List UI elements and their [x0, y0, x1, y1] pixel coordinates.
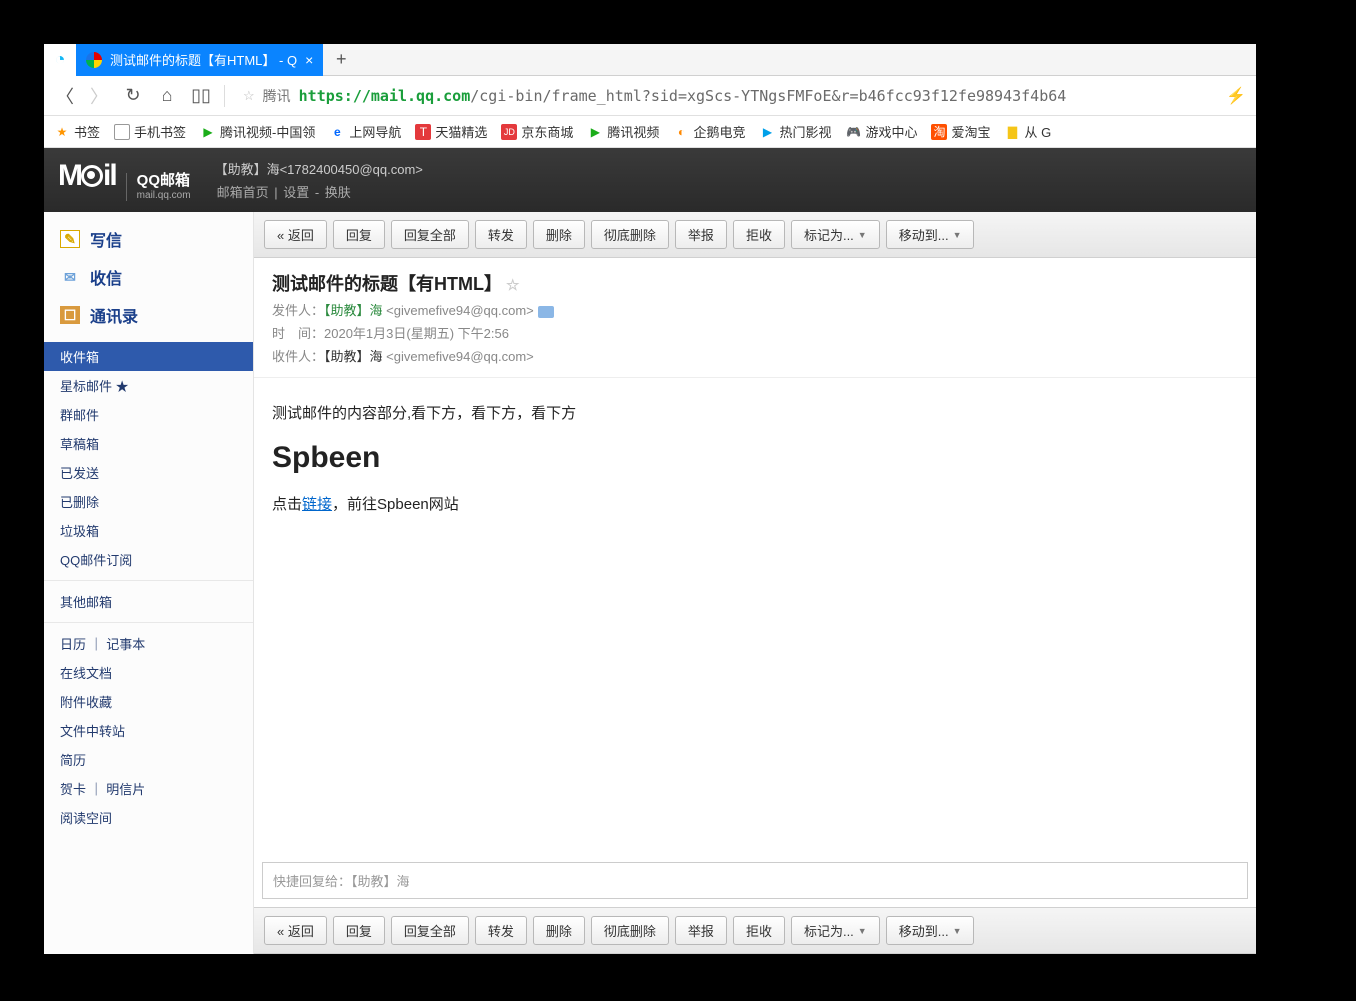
bookmarks-bar: ★书签 手机书签 ▶腾讯视频-中国领 e上网导航 T天猫精选 JD京东商城 ▶腾…	[44, 116, 1256, 148]
delete-button[interactable]: 删除	[533, 916, 585, 945]
bookmark-folder[interactable]: ▇从 G	[1005, 122, 1052, 141]
bookmark-item[interactable]: ◐企鹅电竞	[673, 122, 745, 141]
tool-calendar[interactable]: 日历 ｜ 记事本	[44, 629, 253, 658]
body-heading: Spbeen	[272, 441, 1238, 475]
receive-button[interactable]: ✉收信	[44, 258, 253, 296]
bookmark-root[interactable]: ★书签	[54, 122, 100, 141]
reply-all-button[interactable]: 回复全部	[391, 916, 469, 945]
browser-nav-bar: 〈 〉 ↻ ⌂ ▯▯ ☆ 腾讯 https://mail.qq.com/cgi-…	[44, 76, 1256, 116]
back-icon[interactable]: 〈	[54, 85, 76, 107]
browser-tab-bar: ◔ 测试邮件的标题【有HTML】 - Q × +	[44, 44, 1256, 76]
bookmark-item[interactable]: 🎮游戏中心	[845, 122, 917, 141]
bookmark-star-icon[interactable]: ☆	[243, 88, 255, 104]
forward-button[interactable]: 转发	[475, 916, 527, 945]
forward-icon: 〉	[88, 85, 110, 107]
bookmark-item[interactable]: 手机书签	[114, 122, 186, 141]
mail-time: 2020年1月3日(星期五) 下午2:56	[324, 326, 509, 341]
reject-button[interactable]: 拒收	[733, 916, 785, 945]
bolt-icon[interactable]: ⚡	[1226, 86, 1246, 106]
bookmark-item[interactable]: T天猫精选	[415, 122, 487, 141]
folder-drafts[interactable]: 草稿箱	[44, 429, 253, 458]
move-to-button[interactable]: 移动到...▼	[886, 220, 975, 249]
tab-close-icon[interactable]: ×	[305, 52, 313, 68]
mail-body: 测试邮件的内容部分,看下方，看下方，看下方 Spbeen 点击链接，前往Spbe…	[254, 378, 1256, 854]
reader-icon[interactable]: ▯▯	[190, 85, 212, 107]
folder-inbox[interactable]: 收件箱	[44, 342, 253, 371]
address-bar[interactable]: ☆ 腾讯 https://mail.qq.com/cgi-bin/frame_h…	[237, 86, 1214, 106]
reply-button[interactable]: 回复	[333, 916, 385, 945]
chevron-down-icon: ▼	[953, 230, 962, 240]
contacts-button[interactable]: ☐通讯录	[44, 296, 253, 334]
mail-meta: 测试邮件的标题【有HTML】☆ 发件人：【助教】海 <givemefive94@…	[254, 258, 1256, 378]
compose-button[interactable]: ✎写信	[44, 220, 253, 258]
bookmark-item[interactable]: ▶腾讯视频-中国领	[200, 122, 315, 141]
purge-button[interactable]: 彻底删除	[591, 916, 669, 945]
folder-group[interactable]: 群邮件	[44, 400, 253, 429]
nav-settings[interactable]: 设置	[281, 185, 311, 200]
star-icon[interactable]: ☆	[506, 277, 519, 294]
tool-reading[interactable]: 阅读空间	[44, 803, 253, 832]
mail-subject: 测试邮件的标题【有HTML】☆	[272, 270, 1238, 296]
body-paragraph: 测试邮件的内容部分,看下方，看下方，看下方	[272, 402, 1238, 423]
delete-button[interactable]: 删除	[533, 220, 585, 249]
mark-as-button[interactable]: 标记为...▼	[791, 916, 880, 945]
account-info: 【助教】海<1782400450@qq.com> 邮箱首页 | 设置 - 换肤	[215, 159, 423, 201]
bookmark-item[interactable]: e上网导航	[329, 122, 401, 141]
sender-name[interactable]: 【助教】海	[324, 303, 383, 318]
recipient-name[interactable]: 【助教】海	[324, 349, 383, 364]
forward-button[interactable]: 转发	[475, 220, 527, 249]
tool-docs[interactable]: 在线文档	[44, 658, 253, 687]
tool-resume[interactable]: 简历	[44, 745, 253, 774]
move-to-button[interactable]: 移动到...▼	[886, 916, 975, 945]
url-text: https://mail.qq.com/cgi-bin/frame_html?s…	[299, 87, 1067, 105]
purge-button[interactable]: 彻底删除	[591, 220, 669, 249]
quick-reply-input[interactable]: 快捷回复给：【助教】海	[262, 862, 1248, 899]
folder-sent[interactable]: 已发送	[44, 458, 253, 487]
sidebar: ✎写信 ✉收信 ☐通讯录 收件箱 星标邮件 ★ 群邮件 草稿箱 已发送 已删除 …	[44, 212, 254, 954]
folder-deleted[interactable]: 已删除	[44, 487, 253, 516]
reject-button[interactable]: 拒收	[733, 220, 785, 249]
tool-attachments[interactable]: 附件收藏	[44, 687, 253, 716]
site-brand: 腾讯	[263, 86, 291, 106]
bookmark-item[interactable]: 淘爱淘宝	[931, 122, 990, 141]
chevron-down-icon: ▼	[858, 926, 867, 936]
home-icon[interactable]: ⌂	[156, 85, 178, 107]
tool-cards[interactable]: 贺卡 ｜ 明信片	[44, 774, 253, 803]
content-pane: « 返回 回复 回复全部 转发 删除 彻底删除 举报 拒收 标记为...▼ 移动…	[254, 212, 1256, 954]
account-name: 【助教】海<1782400450@qq.com>	[215, 159, 423, 178]
bookmark-item[interactable]: JD京东商城	[501, 122, 573, 141]
qq-browser-icon: ◔	[44, 44, 76, 76]
vcard-icon[interactable]	[538, 306, 554, 318]
new-tab-button[interactable]: +	[323, 49, 359, 70]
report-button[interactable]: 举报	[675, 916, 727, 945]
logo-text: Mil	[58, 159, 116, 193]
folder-spam[interactable]: 垃圾箱	[44, 516, 253, 545]
folder-starred[interactable]: 星标邮件 ★	[44, 371, 253, 400]
mail-toolbar-top: « 返回 回复 回复全部 转发 删除 彻底删除 举报 拒收 标记为...▼ 移动…	[254, 212, 1256, 258]
bookmark-item[interactable]: ▶腾讯视频	[587, 122, 659, 141]
chevron-down-icon: ▼	[858, 230, 867, 240]
qqmail-logo[interactable]: Mil QQ邮箱mail.qq.com	[58, 159, 191, 201]
reply-button[interactable]: 回复	[333, 220, 385, 249]
tool-file-transfer[interactable]: 文件中转站	[44, 716, 253, 745]
tab-favicon-icon	[86, 52, 102, 68]
nav-skin[interactable]: 换肤	[323, 185, 353, 200]
mark-as-button[interactable]: 标记为...▼	[791, 220, 880, 249]
bookmark-item[interactable]: ▶热门影视	[759, 122, 831, 141]
tab-title: 测试邮件的标题【有HTML】 - Q	[110, 50, 297, 69]
reply-all-button[interactable]: 回复全部	[391, 220, 469, 249]
chevron-down-icon: ▼	[953, 926, 962, 936]
report-button[interactable]: 举报	[675, 220, 727, 249]
back-button[interactable]: « 返回	[264, 220, 327, 249]
other-mailboxes[interactable]: 其他邮箱	[44, 587, 253, 616]
body-link[interactable]: 链接	[302, 496, 332, 513]
body-paragraph: 点击链接，前往Spbeen网站	[272, 493, 1238, 514]
mail-header: Mil QQ邮箱mail.qq.com 【助教】海<1782400450@qq.…	[44, 148, 1256, 212]
back-button[interactable]: « 返回	[264, 916, 327, 945]
mail-toolbar-bottom: « 返回 回复 回复全部 转发 删除 彻底删除 举报 拒收 标记为...▼ 移动…	[254, 907, 1256, 954]
nav-home[interactable]: 邮箱首页	[215, 185, 271, 200]
browser-tab[interactable]: 测试邮件的标题【有HTML】 - Q ×	[76, 44, 323, 76]
folder-subscribe[interactable]: QQ邮件订阅	[44, 545, 253, 574]
reload-icon[interactable]: ↻	[122, 85, 144, 107]
